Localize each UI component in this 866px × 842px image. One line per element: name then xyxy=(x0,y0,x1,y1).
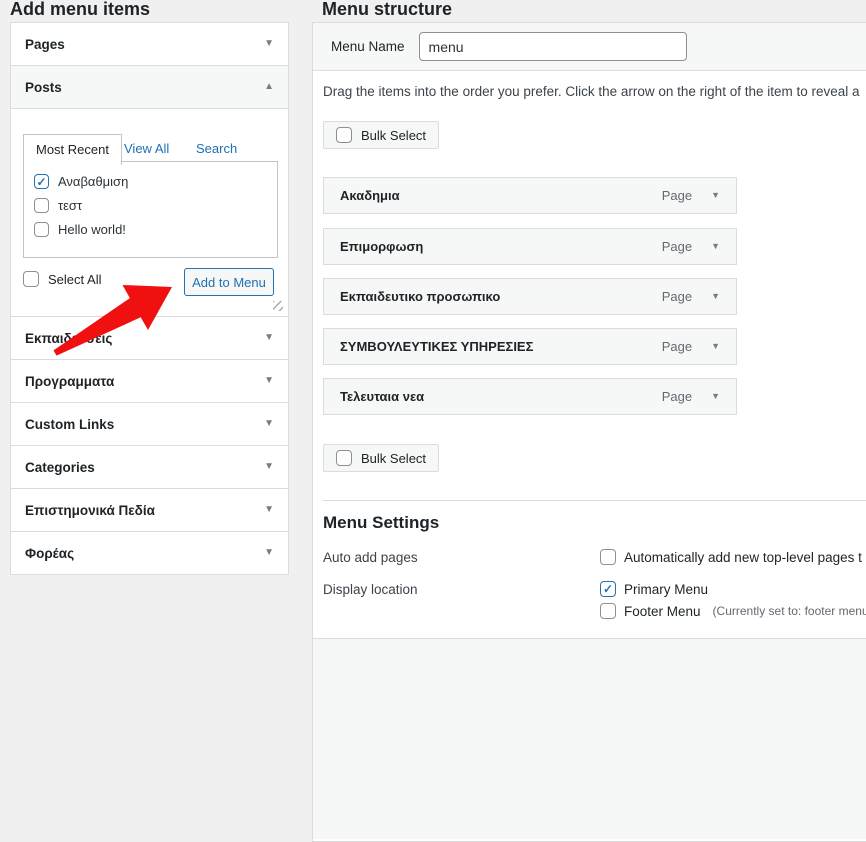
check-icon: ✓ xyxy=(36,176,46,188)
menu-name-header: Menu Name xyxy=(313,23,866,71)
post-list-item[interactable]: Hello world! xyxy=(24,222,277,237)
bulk-select-checkbox[interactable] xyxy=(336,450,352,466)
chevron-down-icon: ▼ xyxy=(264,376,274,386)
chevron-down-icon: ▼ xyxy=(264,462,274,472)
menu-item-type: Page xyxy=(662,239,692,254)
post-label[interactable]: τεστ xyxy=(58,198,82,213)
page-title-menu-structure: Menu structure xyxy=(322,0,452,20)
accordion-categories[interactable]: Categories ▼ xyxy=(11,445,288,488)
auto-add-pages-option[interactable]: Automatically add new top-level pages t xyxy=(600,549,862,565)
footer-menu-option[interactable]: Footer Menu (Currently set to: footer me… xyxy=(600,603,866,619)
menu-item-title: Επιμορφωση xyxy=(340,239,423,254)
chevron-down-icon: ▼ xyxy=(264,39,274,49)
auto-add-pages-label: Auto add pages xyxy=(323,549,600,565)
spacer xyxy=(323,603,600,604)
page-title-add-menu-items: Add menu items xyxy=(10,0,150,20)
menu-item-type: Page xyxy=(662,289,692,304)
post-list-item[interactable]: ✓ Αναβαθμιση xyxy=(24,174,277,189)
tab-most-recent[interactable]: Most Recent xyxy=(23,134,122,165)
chevron-down-icon: ▼ xyxy=(264,548,274,558)
primary-menu-label[interactable]: Primary Menu xyxy=(624,582,708,597)
post-checkbox[interactable] xyxy=(34,222,49,237)
select-all-label[interactable]: Select All xyxy=(48,272,101,287)
select-all-checkbox[interactable] xyxy=(23,271,39,287)
footer-menu-note: (Currently set to: footer menu) xyxy=(713,604,866,618)
display-location-label: Display location xyxy=(323,581,600,597)
select-all-row[interactable]: Select All xyxy=(23,271,101,287)
bulk-select-toggle[interactable]: Bulk Select xyxy=(323,121,439,149)
add-menu-items-panel: Pages ▼ Posts ▲ Most Recent View All Sea… xyxy=(10,22,289,575)
accordion-label: Categories xyxy=(25,460,95,475)
chevron-down-icon: ▼ xyxy=(264,419,274,429)
post-label[interactable]: Hello world! xyxy=(58,222,126,237)
drag-hint-text: Drag the items into the order you prefer… xyxy=(323,84,860,99)
menu-item-row[interactable]: Επιμορφωση Page ▼ xyxy=(323,228,737,265)
post-checkbox[interactable]: ✓ xyxy=(34,174,49,189)
auto-add-option-label[interactable]: Automatically add new top-level pages t xyxy=(624,550,862,565)
chevron-down-icon[interactable]: ▼ xyxy=(711,342,720,351)
menu-item-title: Τελευταια νεα xyxy=(340,389,424,404)
menu-item-type: Page xyxy=(662,188,692,203)
accordion-label: Εκπαιδευσεις xyxy=(25,331,112,346)
footer-menu-checkbox[interactable] xyxy=(600,603,616,619)
accordion-posts[interactable]: Posts ▲ xyxy=(11,65,288,108)
menu-item-row[interactable]: ΣΥΜΒΟΥΛΕΥΤΙΚΕΣ ΥΠΗΡΕΣΙΕΣ Page ▼ xyxy=(323,328,737,365)
menu-settings-heading: Menu Settings xyxy=(323,513,439,533)
divider xyxy=(323,500,866,501)
accordion-pages[interactable]: Pages ▼ xyxy=(11,23,288,65)
add-to-menu-button[interactable]: Add to Menu xyxy=(184,268,274,296)
accordion-label: Posts xyxy=(25,80,62,95)
accordion-label: Φορέας xyxy=(25,546,74,561)
post-label[interactable]: Αναβαθμιση xyxy=(58,174,128,189)
bulk-select-checkbox[interactable] xyxy=(336,127,352,143)
most-recent-posts-list: ✓ Αναβαθμιση τεστ Hello world! xyxy=(23,161,278,258)
accordion-label: Pages xyxy=(25,37,65,52)
menu-name-label: Menu Name xyxy=(331,39,405,54)
menu-item-type: Page xyxy=(662,389,692,404)
footer-menu-label[interactable]: Footer Menu xyxy=(624,604,701,619)
accordion-ekpaideuseis[interactable]: Εκπαιδευσεις ▼ xyxy=(11,316,288,359)
menu-item-title: ΣΥΜΒΟΥΛΕΥΤΙΚΕΣ ΥΠΗΡΕΣΙΕΣ xyxy=(340,339,533,354)
footer-menu-row: Footer Menu (Currently set to: footer me… xyxy=(323,603,866,619)
accordion-label: Custom Links xyxy=(25,417,114,432)
panel-footer xyxy=(313,638,866,839)
chevron-down-icon[interactable]: ▼ xyxy=(711,191,720,200)
chevron-down-icon: ▼ xyxy=(264,333,274,343)
primary-menu-option[interactable]: ✓ Primary Menu xyxy=(600,581,708,597)
accordion-label: Προγραμματα xyxy=(25,374,114,389)
bulk-select-label: Bulk Select xyxy=(361,451,426,466)
menu-item-row[interactable]: Εκπαιδευτικο προσωπικο Page ▼ xyxy=(323,278,737,315)
menu-item-row[interactable]: Ακαδημια Page ▼ xyxy=(323,177,737,214)
accordion-programmata[interactable]: Προγραμματα ▼ xyxy=(11,359,288,402)
accordion-foreas[interactable]: Φορέας ▼ xyxy=(11,531,288,574)
menu-item-title: Ακαδημια xyxy=(340,188,400,203)
post-list-item[interactable]: τεστ xyxy=(24,198,277,213)
tab-search[interactable]: Search xyxy=(196,141,237,156)
menu-item-row[interactable]: Τελευταια νεα Page ▼ xyxy=(323,378,737,415)
menu-item-title: Εκπαιδευτικο προσωπικο xyxy=(340,289,500,304)
check-icon: ✓ xyxy=(603,583,613,595)
resize-handle-icon[interactable] xyxy=(273,301,283,311)
menu-structure-panel: Menu Name Drag the items into the order … xyxy=(312,22,866,842)
accordion-epistimonika-pedia[interactable]: Επιστημονικά Πεδία ▼ xyxy=(11,488,288,531)
accordion-label: Επιστημονικά Πεδία xyxy=(25,503,155,518)
post-checkbox[interactable] xyxy=(34,198,49,213)
chevron-down-icon[interactable]: ▼ xyxy=(711,242,720,251)
accordion-custom-links[interactable]: Custom Links ▼ xyxy=(11,402,288,445)
chevron-down-icon[interactable]: ▼ xyxy=(711,392,720,401)
posts-panel-content: Most Recent View All Search ✓ Αναβαθμιση… xyxy=(11,108,288,316)
chevron-up-icon: ▲ xyxy=(264,82,274,92)
tab-view-all[interactable]: View All xyxy=(124,141,169,156)
bulk-select-label: Bulk Select xyxy=(361,128,426,143)
auto-add-checkbox[interactable] xyxy=(600,549,616,565)
bulk-select-toggle[interactable]: Bulk Select xyxy=(323,444,439,472)
menu-item-type: Page xyxy=(662,339,692,354)
menu-name-input[interactable] xyxy=(419,32,687,61)
auto-add-pages-row: Auto add pages Automatically add new top… xyxy=(323,549,862,565)
chevron-down-icon[interactable]: ▼ xyxy=(711,292,720,301)
chevron-down-icon: ▼ xyxy=(264,505,274,515)
primary-menu-checkbox[interactable]: ✓ xyxy=(600,581,616,597)
display-location-row: Display location ✓ Primary Menu xyxy=(323,581,708,597)
